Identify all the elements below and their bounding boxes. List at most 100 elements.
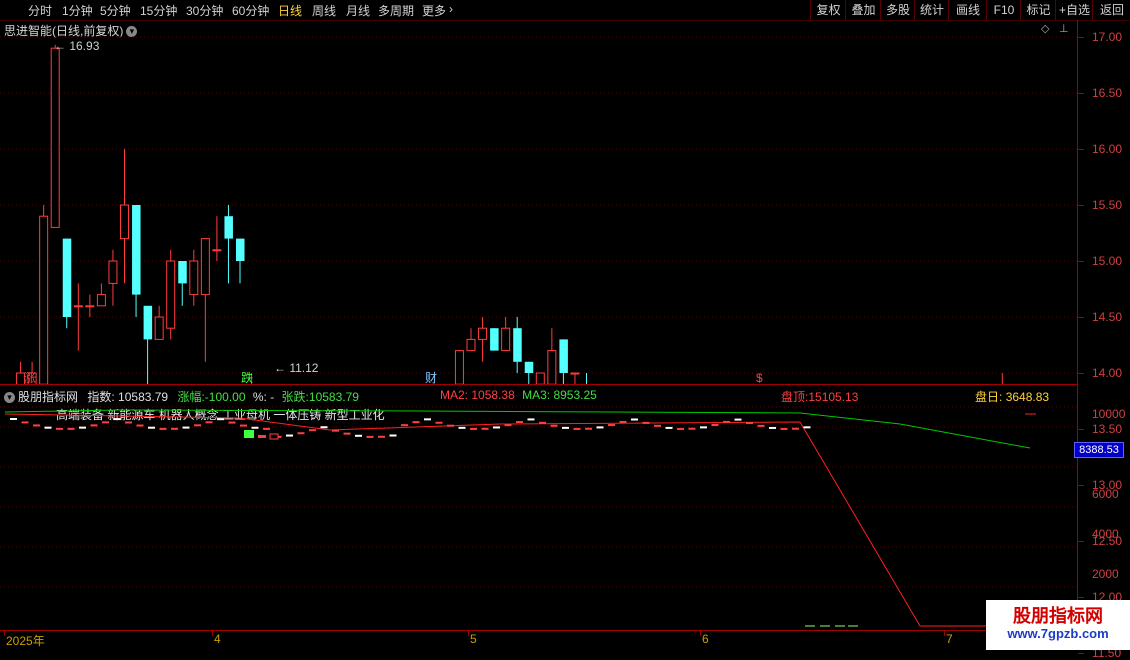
sub-bar [619,420,627,423]
candle-body [524,361,534,373]
sub-bar [286,434,293,437]
toolbar-button-7[interactable]: +自选 [1055,0,1093,20]
sub-bar [665,426,673,429]
candle-body [166,260,176,329]
price-tick-mark [1078,429,1084,430]
toolbar-button-3[interactable]: 统计 [914,0,949,20]
toolbar-tab-10[interactable]: 更多 [422,2,446,19]
toolbar: 分时 1分钟 5分钟 15分钟 30分钟 60分钟 日线 周线 月线 多周期 更多 › 复权 叠加 多股 统计… [0,0,1130,21]
candle-body [490,328,499,351]
candle-body [466,338,476,352]
price-tick: 15.00 [1092,254,1123,268]
sub-bar [585,427,592,430]
sub-bar [746,421,753,424]
more-arrow-icon[interactable]: › [449,2,453,16]
sub-bar [366,435,374,438]
index-value: 10583.79 [118,390,169,404]
top-value-group: 盘顶:15105.13 [781,388,858,405]
sub-bar [21,421,29,424]
sub-bar [217,418,224,421]
day-label: 盘日: [975,390,1003,404]
sub-bar [435,421,443,424]
sub-bar [596,426,604,429]
toolbar-button-1[interactable]: 叠加 [845,0,881,20]
candle-body [73,305,83,308]
sub-bar [734,418,742,421]
toolbar-button-2[interactable]: 多股 [880,0,915,20]
toolbar-tab-5[interactable]: 60分钟 [232,2,269,19]
toolbar-tab-4[interactable]: 30分钟 [186,2,223,19]
toolbar-tab-7[interactable]: 周线 [312,2,336,19]
sub-bar [412,421,420,424]
pct-label: %: [252,390,267,404]
price-tick: 15.50 [1092,198,1123,212]
day-value: 3648.83 [1005,390,1050,404]
sub-bar [113,418,121,421]
price-tick-mark [1078,149,1084,150]
date-tick [700,631,701,636]
sub-bar [493,426,500,429]
ma2-label: MA2: [440,388,469,402]
main-candlestick-chart[interactable]: ← 16.93 ← 11.12 涨 跌 财 $ [0,20,1077,384]
watermark-url: www.7gpzb.com [1007,626,1109,641]
candle-body [85,305,95,308]
sub-bar [240,424,247,427]
sub-bar [44,426,52,429]
price-axis: 17.00 16.50 16.00 15.50 15.00 14.50 14.00 13.50… [1077,20,1130,660]
sub-bar [723,420,730,423]
toolbar-tab-0[interactable]: 分时 [28,2,52,19]
toolbar-button-6[interactable]: 标记 [1020,0,1056,20]
price-tick-mark [1078,541,1084,542]
sub-bar [539,421,546,424]
toolbar-tab-2[interactable]: 5分钟 [100,2,131,19]
toolbar-tab-1[interactable]: 1分钟 [62,2,93,19]
index-label: 指数: [87,390,115,404]
sub-bar [136,424,144,427]
sub-bar [608,424,615,427]
sub-bar [194,424,201,427]
sub-bar [251,426,259,429]
candle-body [559,339,568,373]
sub-bar [803,426,811,429]
signal-bar [258,435,266,438]
toolbar-tab-9[interactable]: 多周期 [378,2,414,19]
event-marker-3: $ [756,371,763,384]
price-tick-mark [1078,205,1084,206]
candle-body [143,305,153,340]
toolbar-button-0[interactable]: 复权 [810,0,846,20]
toolbar-button-4[interactable]: 画线 [948,0,987,20]
price-tick-mark [1078,485,1084,486]
price-tick-mark [1078,597,1084,598]
toolbar-tab-6[interactable]: 日线 [278,2,302,19]
sub-bar [309,429,316,432]
sub-bar [573,427,581,430]
candle-body [108,260,118,284]
top-label: 盘顶: [781,390,809,404]
candle-body [189,260,199,296]
watermark-title: 股朋指标网 [1013,606,1103,626]
high-annotation: ← 16.93 [54,39,100,53]
sub-bar [527,418,535,421]
sub-bar [458,426,466,429]
indicator-chart[interactable] [0,404,1077,630]
date-label: 6 [702,632,709,646]
indicator-name[interactable]: 股朋指标网 [18,390,78,404]
toolbar-tab-3[interactable]: 15分钟 [140,2,177,19]
sub-bar [654,424,661,427]
day-value-group: 盘日: 3648.83 [975,388,1049,405]
pct-value: - [270,390,275,404]
toolbar-button-8[interactable]: 返回 [1092,0,1130,20]
sub-bar [343,432,351,435]
sub-bar [10,418,17,420]
date-label: 7 [946,632,953,646]
event-marker-0: 涨 [24,370,36,384]
sub-bar [642,421,650,424]
toolbar-button-5[interactable]: F10 [986,0,1021,20]
sub-bar [424,418,431,421]
toolbar-tab-8[interactable]: 月线 [346,2,370,19]
candle-body [513,328,522,362]
sub-bar [79,426,86,429]
sub-bar [447,424,454,427]
chevron-down-icon[interactable]: ▾ [4,392,15,404]
price-tick: 17.00 [1092,30,1123,44]
